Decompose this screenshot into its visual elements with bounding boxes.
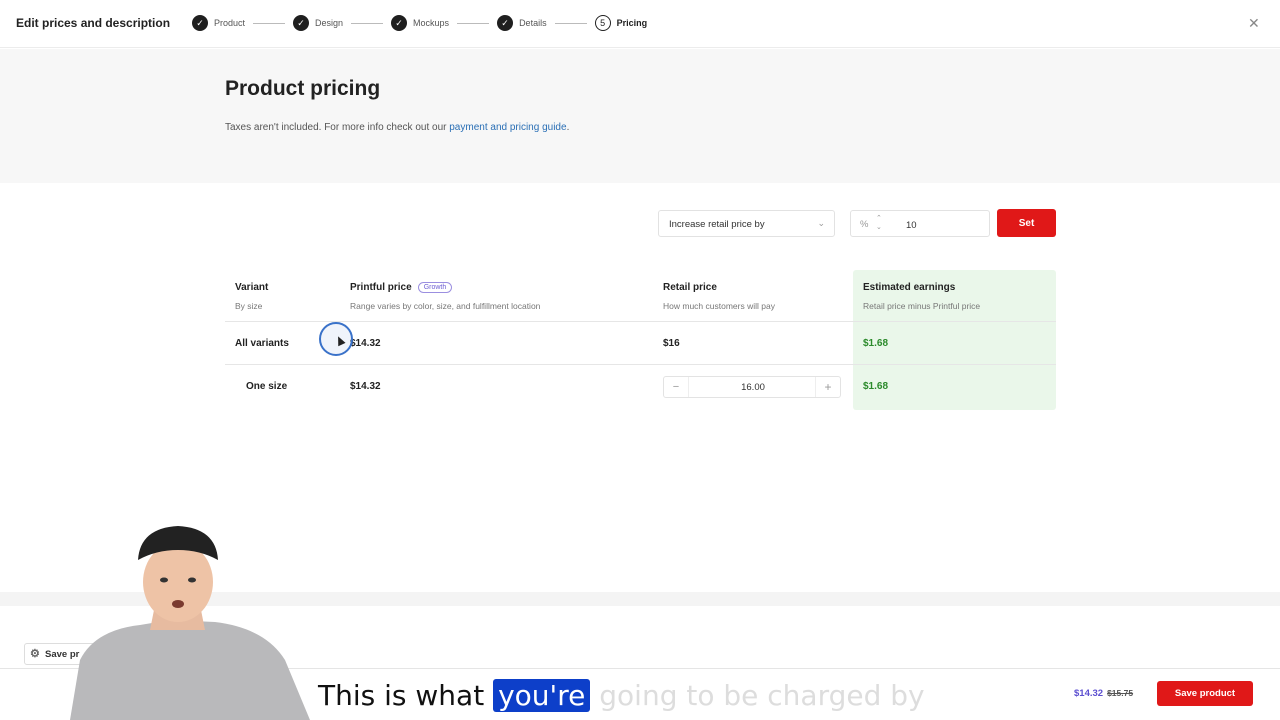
variant-all: All variants [235, 338, 289, 349]
presenter-shirt [70, 620, 310, 720]
step-connector [554, 22, 587, 24]
price-current: $14.32 [1074, 688, 1104, 699]
close-icon[interactable]: ✕ [1248, 15, 1260, 32]
top-bar: Edit prices and description ✓ Product ✓ … [0, 0, 1280, 48]
presenter-eye [160, 577, 168, 583]
col-retail-subtitle: How much customers will pay [663, 301, 775, 311]
retail-price-stepper[interactable]: − + [663, 376, 841, 398]
step-label: Details [519, 18, 547, 28]
tax-note: Taxes aren't included. For more info che… [225, 122, 569, 133]
dialog-title: Edit prices and description [16, 16, 171, 30]
step-details[interactable]: ✓ Details [497, 15, 595, 31]
presenter-video-overlay [70, 526, 310, 720]
chevron-down-icon: ⌄ [817, 218, 825, 228]
step-connector [351, 22, 384, 24]
page-title: Product pricing [225, 77, 381, 100]
percent-unit: % [860, 219, 869, 230]
step-product[interactable]: ✓ Product [192, 15, 293, 31]
col-variant-title: Variant [235, 282, 269, 293]
col-printful-subtitle: Range varies by color, size, and fulfill… [350, 301, 541, 311]
step-label: Design [315, 18, 344, 28]
progress-stepper: ✓ Product ✓ Design ✓ Mockups ✓ Details 5… [192, 15, 647, 31]
retail-price-input[interactable] [689, 380, 817, 394]
step-mockups[interactable]: ✓ Mockups [391, 15, 497, 31]
save-product-button[interactable]: Save product [1157, 681, 1253, 706]
caption-before: This is what [318, 679, 494, 712]
tax-note-end: . [566, 122, 570, 133]
price-adjust-select[interactable]: Increase retail price by ⌄ [658, 210, 835, 237]
price-old: $15.75 [1107, 688, 1134, 698]
growth-badge: Growth [417, 282, 453, 293]
check-icon: ✓ [391, 15, 408, 31]
step-label: Product [214, 18, 246, 28]
caption-after: going to be charged by [590, 679, 925, 712]
col-variant-subtitle: By size [235, 301, 263, 311]
step-connector [457, 22, 490, 24]
presenter-eye [188, 577, 196, 583]
check-icon: ✓ [192, 15, 208, 31]
col-retail-title: Retail price [663, 282, 717, 293]
presenter-mouth [172, 600, 184, 608]
page-header: Product pricing Taxes aren't included. F… [0, 49, 1280, 183]
presenter-face [143, 542, 213, 622]
minus-icon[interactable]: − [664, 377, 688, 397]
col-earnings-subtitle: Retail price minus Printful price [863, 301, 981, 311]
spinner-icon[interactable]: ⌃ ⌄ [876, 214, 882, 232]
check-icon: ✓ [497, 15, 514, 31]
tax-note-text: Taxes aren't included. For more info che… [225, 122, 450, 133]
earnings-one-size: $1.68 [863, 381, 889, 392]
table-divider [225, 321, 1056, 322]
caption-highlight: you're [493, 679, 591, 712]
printful-price-all: $14.32 [350, 338, 381, 349]
table-divider [225, 364, 1056, 365]
plus-icon[interactable]: + [816, 377, 840, 397]
step-design[interactable]: ✓ Design [293, 15, 391, 31]
col-printful-label: Printful price [350, 282, 412, 293]
step-label: Mockups [413, 18, 450, 28]
retail-price-all: $16 [663, 338, 680, 349]
pricing-guide-link[interactable]: payment and pricing guide [449, 122, 566, 133]
check-icon: ✓ [293, 15, 310, 31]
adjust-amount-input[interactable] [906, 217, 986, 233]
step-number-icon: 5 [594, 15, 611, 31]
col-earnings-title: Estimated earnings [863, 282, 956, 293]
price-adjust-value: Increase retail price by [669, 219, 765, 230]
variant-one-size: One size [246, 381, 288, 392]
price-summary: $14.32 $15.75 [1074, 688, 1133, 699]
step-pricing[interactable]: 5 Pricing [594, 15, 648, 31]
adjust-amount-field[interactable]: % ⌃ ⌄ [850, 210, 990, 237]
col-printful-title: Printful price Growth [350, 282, 453, 293]
step-label: Pricing [616, 18, 648, 28]
video-caption: This is what you're going to be charged … [318, 679, 925, 712]
set-button[interactable]: Set [997, 209, 1056, 237]
printful-price-one-size: $14.32 [350, 381, 381, 392]
step-connector [253, 22, 286, 24]
earnings-all: $1.68 [863, 338, 889, 349]
